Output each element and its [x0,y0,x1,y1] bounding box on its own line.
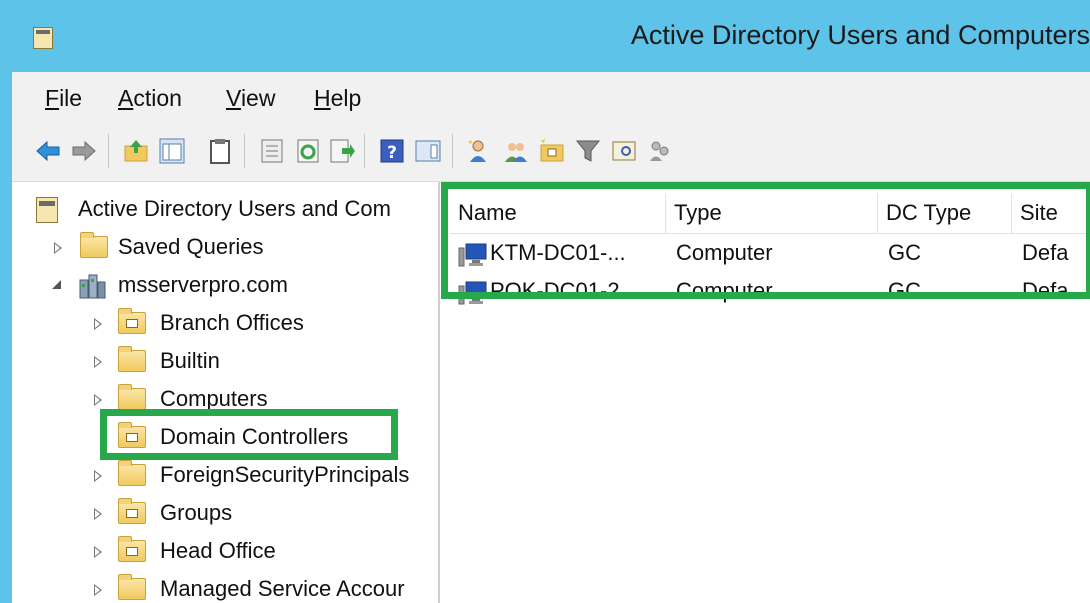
find-icon[interactable] [610,137,638,165]
back-arrow-icon[interactable] [34,137,62,165]
cell-type: Computer [676,240,773,265]
cell-type: Computer [676,278,773,303]
expand-arrow-icon[interactable] [94,508,102,520]
forward-arrow-icon[interactable] [70,137,98,165]
computer-icon [458,281,487,305]
toolbar-separator [244,134,245,168]
menu-file[interactable]: File [45,85,82,112]
column-header-type[interactable]: Type [666,194,878,234]
refresh-icon[interactable] [294,137,322,165]
ou-folder-icon [118,422,146,448]
tree-item-label: Saved Queries [118,234,264,259]
cell-site: Defa [1022,240,1069,265]
window-title: Active Directory Users and Computers [630,20,1090,50]
filter-icon[interactable] [574,137,602,165]
domain-icon [79,274,106,299]
tree-item-label: Groups [160,500,233,525]
cell-name: POK-DC01-2... [490,278,638,303]
properties-icon[interactable] [258,137,286,165]
aduc-root-icon [36,197,58,223]
expand-arrow-icon[interactable] [94,394,102,406]
menu-help[interactable]: Help [314,85,361,112]
cell-dc-type: GC [888,240,921,265]
clipboard-icon[interactable] [206,137,234,165]
export-list-icon[interactable] [328,137,356,165]
cell-dc-type: GC [888,278,921,303]
expand-arrow-icon[interactable] [94,356,102,368]
ou-folder-icon [118,536,146,562]
tree-item-label: Builtin [160,348,220,373]
help-icon[interactable]: ? [378,137,406,165]
expand-arrow-icon[interactable] [94,546,102,558]
folder-icon [118,574,146,600]
collapse-arrow-icon[interactable] [52,280,61,289]
column-header-name[interactable]: Name [450,194,666,234]
new-ou-icon[interactable] [538,137,566,165]
toolbar-separator [108,134,109,168]
column-header-dc-type[interactable]: DC Type [878,194,1012,234]
ou-folder-icon [118,308,146,334]
cell-name: KTM-DC01-... [490,240,626,265]
folder-icon [118,460,146,486]
tree-item-label: Head Office [160,538,276,563]
expand-arrow-icon[interactable] [94,318,102,330]
menu-file-rest: ile [59,85,83,111]
ou-folder-icon [118,498,146,524]
cell-site: Defa [1022,278,1069,303]
delegate-icon[interactable] [646,137,674,165]
details-list[interactable]: Name Type DC Type Site KTM-DC01-... Comp… [440,182,1090,603]
table-row[interactable]: KTM-DC01-... Computer GC Defa [450,236,1090,272]
show-console-tree-icon[interactable] [158,137,186,165]
mmc-console-icon[interactable] [33,27,53,49]
new-user-icon[interactable] [466,137,494,165]
expand-arrow-icon[interactable] [94,470,102,482]
folder-icon [118,346,146,372]
tree-item-label: msserverpro.com [118,272,288,297]
computer-icon [458,243,487,267]
tree-item-label: ForeignSecurityPrincipals [160,462,410,487]
menu-view[interactable]: View [226,85,275,112]
svg-text:?: ? [387,143,397,163]
toolbar-separator [452,134,453,168]
menu-action[interactable]: Action [118,85,182,112]
expand-arrow-icon[interactable] [54,242,62,254]
action-pane-icon[interactable] [414,137,442,165]
console-tree[interactable]: Active Directory Users and Com Saved Que… [12,182,440,603]
title-bar: Active Directory Users and Computers [0,0,1090,72]
menu-help-rest: elp [330,85,362,111]
menu-bar: File Action View Help [12,72,1090,122]
menu-view-rest: iew [240,85,276,111]
folder-icon [118,384,146,410]
table-row[interactable]: POK-DC01-2... Computer GC Defa [450,274,1090,310]
tree-item-label: Branch Offices [160,310,304,335]
up-folder-icon[interactable] [122,137,150,165]
toolbar: ? [12,122,1090,182]
tree-root-label: Active Directory Users and Com [78,196,391,221]
toolbar-separator [364,134,365,168]
new-group-icon[interactable] [502,137,530,165]
expand-arrow-icon[interactable] [94,584,102,596]
tree-item-label: Domain Controllers [160,424,349,449]
menu-action-rest: ction [133,85,182,111]
tree-item-label: Computers [160,386,268,411]
tree-item-label: Managed Service Accour [160,576,405,601]
window-frame [0,72,12,603]
column-header-site[interactable]: Site [1012,194,1090,234]
folder-icon [80,232,108,258]
